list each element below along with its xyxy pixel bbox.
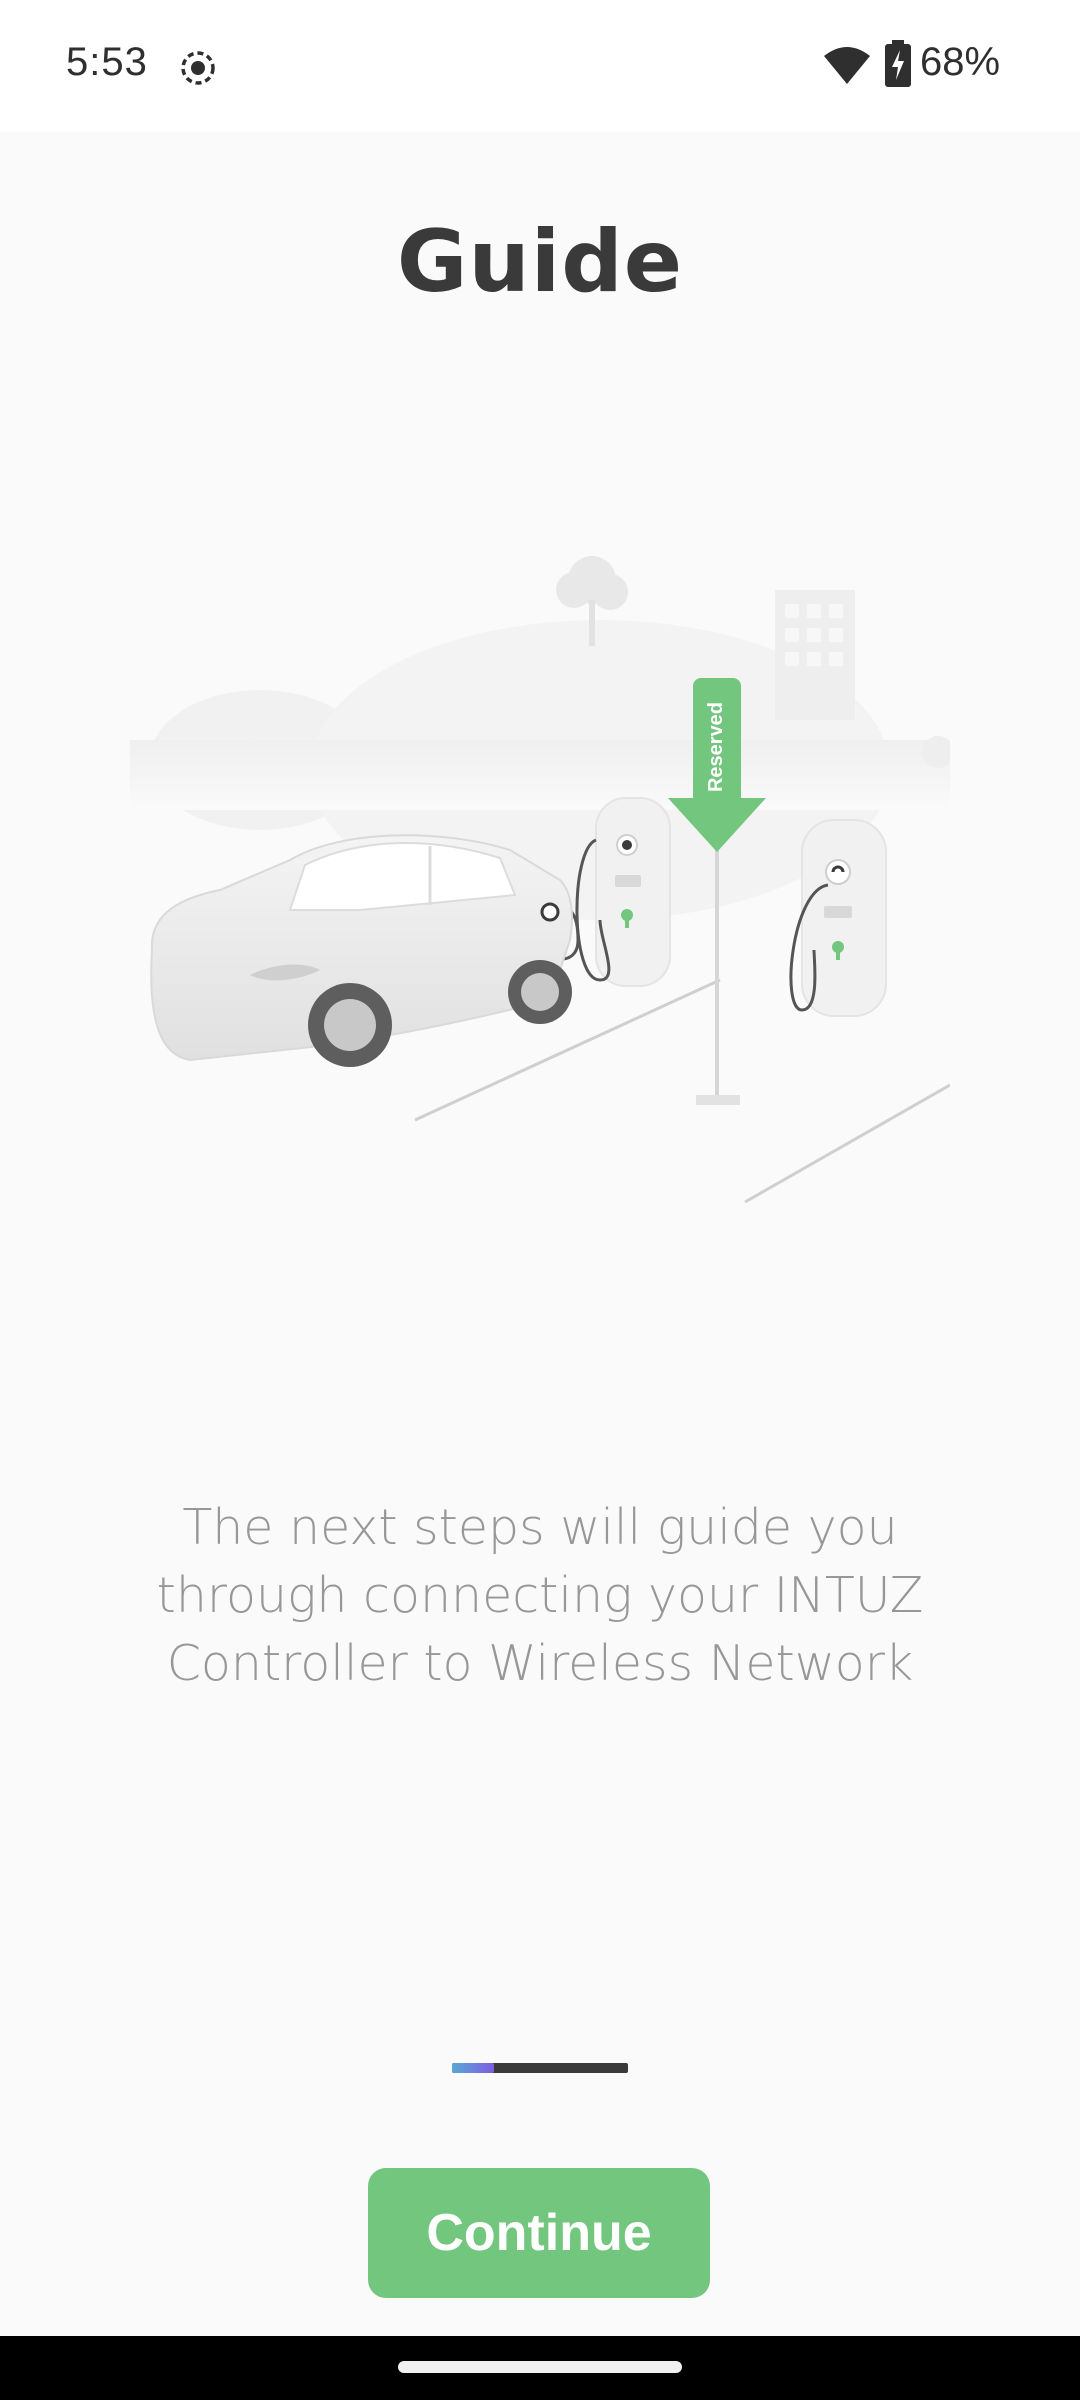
battery-percentage: 68% (920, 40, 1001, 84)
page-indicator-active (452, 2063, 495, 2073)
ev-charging-illustration: Reserved (130, 540, 954, 1220)
reserved-sign-label: Reserved (705, 702, 727, 792)
screen-record-icon (178, 48, 218, 88)
status-bar: 5:53 68% (0, 0, 1080, 132)
page-indicator (452, 2063, 628, 2073)
home-gesture-handle[interactable] (398, 2361, 682, 2373)
car-illustration (150, 834, 573, 1067)
continue-button[interactable]: Continue (368, 2168, 710, 2298)
building-icon (775, 590, 855, 720)
charging-station (789, 819, 887, 1017)
battery-charging-icon (884, 40, 912, 88)
page-title: Guide (396, 212, 684, 312)
wifi-icon (822, 44, 872, 86)
guide-description: The next steps will guide you through co… (156, 1499, 924, 1692)
status-time: 5:53 (66, 40, 148, 84)
